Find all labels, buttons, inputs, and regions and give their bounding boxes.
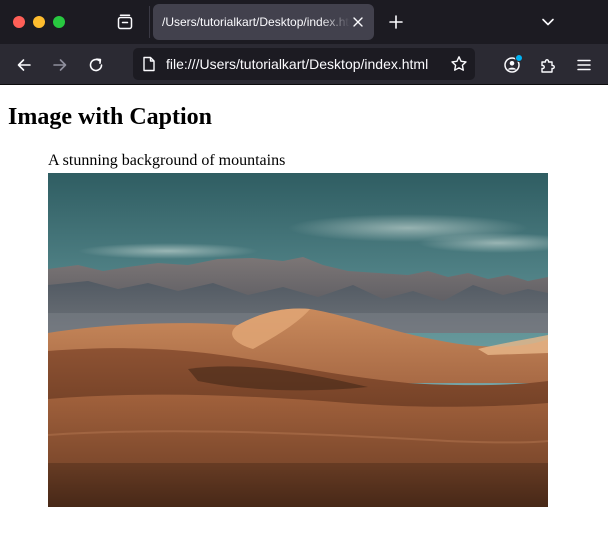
tab-bar: /Users/tutorialkart/Desktop/index.html	[0, 0, 608, 44]
puzzle-icon	[541, 59, 555, 73]
reload-icon	[89, 58, 103, 72]
list-all-tabs-button[interactable]	[538, 12, 558, 32]
tab-separator	[149, 6, 150, 38]
tab-title: /Users/tutorialkart/Desktop/index.html	[162, 15, 350, 29]
page-content: Image with Caption A stunning background…	[0, 85, 608, 541]
hamburger-menu-icon	[577, 59, 591, 71]
chevron-down-icon	[542, 18, 554, 26]
arrow-right-icon	[53, 59, 67, 71]
page-heading: Image with Caption	[8, 104, 213, 130]
bookmark-button[interactable]	[450, 55, 468, 73]
page-icon	[143, 56, 155, 72]
green-traffic-light-icon[interactable]	[53, 16, 65, 28]
browser-window: /Users/tutorialkart/Desktop/index.html f…	[0, 0, 608, 541]
notification-dot	[515, 54, 523, 62]
mountain-dunes-image	[48, 173, 548, 507]
tab-close-button[interactable]	[350, 14, 366, 30]
arrow-left-icon	[17, 59, 31, 71]
tab-manager-icon	[117, 14, 133, 30]
url-text[interactable]: file:///Users/tutorialkart/Desktop/index…	[166, 48, 428, 80]
star-icon	[451, 56, 467, 71]
reload-button[interactable]	[83, 52, 109, 78]
forward-button[interactable]	[47, 52, 73, 78]
red-traffic-light-icon[interactable]	[13, 16, 25, 28]
active-tab[interactable]: /Users/tutorialkart/Desktop/index.html	[153, 4, 374, 40]
tab-manager-button[interactable]	[114, 11, 136, 33]
figure-caption: A stunning background of mountains	[48, 152, 286, 169]
page-info-button[interactable]	[141, 56, 157, 72]
navigation-toolbar: file:///Users/tutorialkart/Desktop/index…	[0, 44, 608, 85]
new-tab-button[interactable]	[386, 12, 406, 32]
address-bar[interactable]: file:///Users/tutorialkart/Desktop/index…	[133, 48, 475, 80]
plus-icon	[389, 15, 403, 29]
application-menu-button[interactable]	[571, 52, 597, 78]
yellow-traffic-light-icon[interactable]	[33, 16, 45, 28]
extensions-button[interactable]	[535, 52, 561, 78]
close-icon	[353, 17, 363, 27]
back-button[interactable]	[11, 52, 37, 78]
account-button[interactable]	[499, 52, 525, 78]
